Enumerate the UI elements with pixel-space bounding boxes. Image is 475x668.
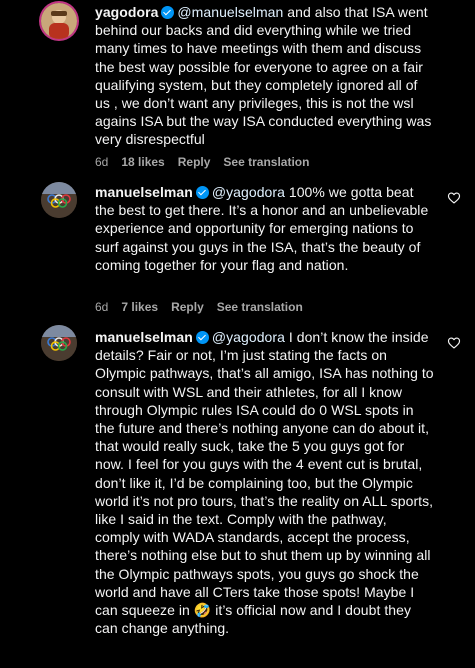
heart-icon[interactable]: [447, 336, 461, 350]
reply-button[interactable]: Reply: [171, 300, 204, 314]
avatar-manuelselman[interactable]: [41, 182, 77, 218]
comment-mention[interactable]: @yagodora: [212, 184, 285, 200]
heart-icon[interactable]: [447, 191, 461, 205]
comment-body: manuelselman @yagodora I don’t know the i…: [95, 328, 435, 637]
comment-username[interactable]: manuelselman: [95, 329, 193, 345]
comment-time[interactable]: 6d: [95, 300, 108, 314]
comment-yagodora: yagodora @manuelselman and also that ISA …: [0, 0, 475, 175]
comment-manuelselman-2: manuelselman @yagodora I don’t know the i…: [0, 325, 475, 668]
verified-badge-icon: [195, 331, 209, 344]
comment-username[interactable]: yagodora: [95, 4, 158, 20]
see-translation-button[interactable]: See translation: [217, 300, 303, 314]
comment-time[interactable]: 6d: [95, 155, 108, 169]
comment-body: manuelselman @yagodora 100% we gotta beat…: [95, 183, 435, 274]
see-translation-button[interactable]: See translation: [223, 155, 309, 169]
laughing-emoji-icon: 🤣: [193, 602, 212, 619]
reply-button[interactable]: Reply: [178, 155, 211, 169]
comment-manuelselman-1: manuelselman @yagodora 100% we gotta beat…: [0, 178, 475, 318]
comment-text: and also that ISA went behind our backs …: [95, 4, 432, 148]
comment-mention[interactable]: @yagodora: [212, 329, 285, 345]
verified-badge-icon: [161, 6, 175, 19]
avatar-manuelselman[interactable]: [41, 325, 77, 361]
comment-text: I don’t know the inside details? Fair or…: [95, 329, 434, 619]
verified-badge-icon: [195, 186, 209, 199]
comment-meta: 6d 7 likes Reply See translation: [95, 300, 316, 314]
comment-username[interactable]: manuelselman: [95, 184, 193, 200]
comment-likes[interactable]: 18 likes: [121, 155, 164, 169]
comment-body: yagodora @manuelselman and also that ISA …: [95, 3, 435, 149]
comment-mention[interactable]: @manuelselman: [177, 4, 283, 20]
comment-likes[interactable]: 7 likes: [121, 300, 158, 314]
avatar-yagodora[interactable]: [41, 3, 77, 39]
comment-meta: 6d 18 likes Reply See translation: [95, 155, 322, 169]
